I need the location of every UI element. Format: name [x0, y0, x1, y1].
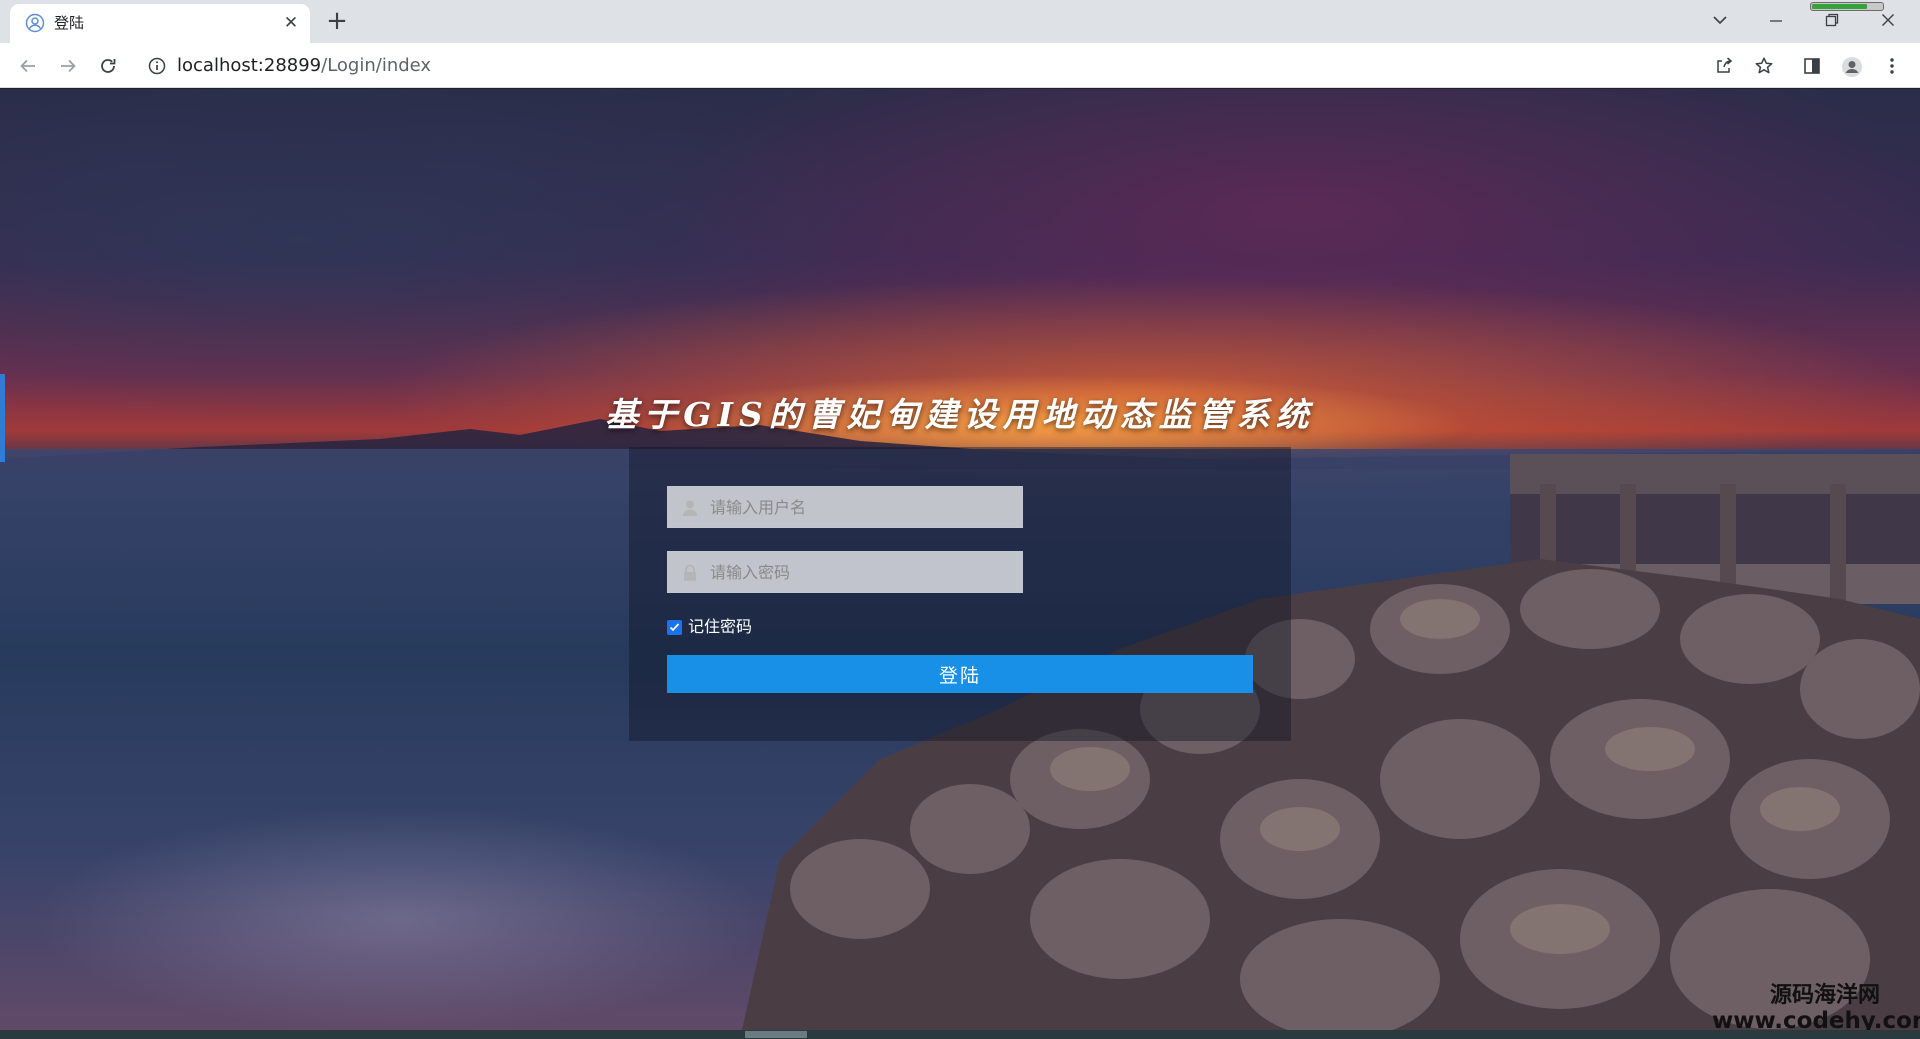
watermark-site-name: 源码海洋网	[1769, 983, 1880, 1008]
back-icon[interactable]	[12, 50, 44, 82]
scrollbar-thumb[interactable]	[745, 1031, 807, 1038]
more-menu-icon[interactable]	[1876, 50, 1908, 82]
browser-tab[interactable]: 登陆 ✕	[10, 4, 310, 43]
close-window-icon[interactable]	[1868, 4, 1908, 36]
remember-label: 记住密码	[688, 617, 753, 636]
url-host: localhost:28899	[177, 55, 322, 76]
url-text[interactable]: localhost:28899/Login/index	[177, 56, 431, 76]
tab-strip: 登陆 ✕ +	[0, 0, 1920, 43]
lock-icon	[684, 564, 696, 581]
login-button[interactable]: 登陆	[667, 655, 1253, 693]
restore-icon[interactable]	[1812, 4, 1852, 36]
username-field[interactable]	[667, 486, 1023, 528]
horizontal-scrollbar[interactable]	[0, 1030, 1920, 1039]
browser-toolbar: localhost:28899/Login/index	[0, 43, 1920, 88]
left-edge-accent	[0, 374, 5, 462]
user-circle-icon	[25, 13, 45, 33]
share-icon[interactable]	[1708, 50, 1740, 82]
password-field[interactable]	[667, 551, 1023, 593]
info-icon[interactable]	[148, 57, 166, 75]
side-panel-icon[interactable]	[1796, 50, 1828, 82]
address-bar[interactable]: localhost:28899/Login/index	[136, 49, 1786, 83]
page-viewport: 基于GIS的曹妃甸建设用地动态监管系统 记住密码 登陆 源码海洋网 www.co…	[0, 89, 1920, 1039]
forward-icon[interactable]	[52, 50, 84, 82]
watermark: 源码海洋网 www.codehy.com	[1712, 983, 1920, 1033]
profile-avatar-icon[interactable]	[1836, 50, 1868, 82]
password-input[interactable]	[710, 552, 1010, 592]
tab-search-icon[interactable]	[1700, 4, 1740, 36]
login-panel: 记住密码 登陆	[629, 447, 1291, 741]
bookmark-star-icon[interactable]	[1748, 50, 1780, 82]
username-input[interactable]	[710, 487, 1010, 527]
page-title: 基于GIS的曹妃甸建设用地动态监管系统	[605, 395, 1315, 434]
url-path: /Login/index	[321, 55, 432, 76]
user-icon	[683, 500, 697, 516]
close-tab-icon[interactable]: ✕	[280, 12, 302, 34]
reload-icon[interactable]	[92, 50, 124, 82]
checkmark-icon	[669, 622, 680, 631]
tab-title: 登陆	[54, 14, 85, 32]
new-tab-button[interactable]: +	[322, 7, 352, 37]
remember-checkbox[interactable]	[667, 619, 682, 635]
remember-password[interactable]: 记住密码	[667, 617, 752, 637]
minimize-icon[interactable]	[1756, 4, 1796, 36]
